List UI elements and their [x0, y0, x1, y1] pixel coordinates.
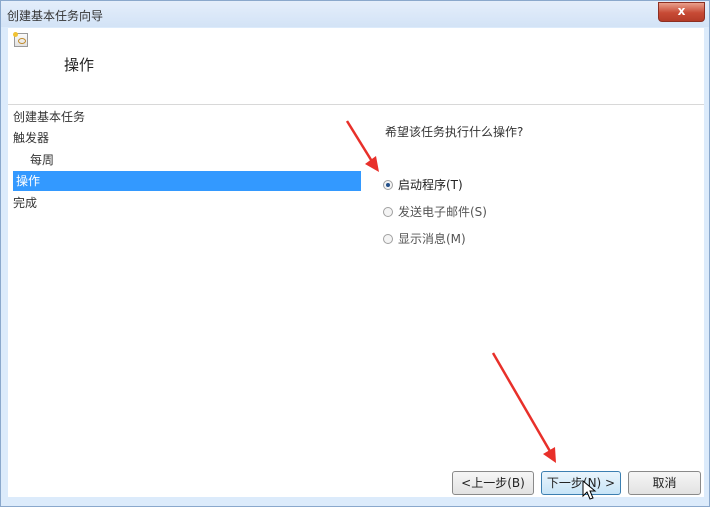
- step-action[interactable]: 操作: [13, 171, 361, 191]
- option-start-program[interactable]: 启动程序(T): [383, 176, 463, 193]
- option-send-email[interactable]: 发送电子邮件(S): [383, 203, 487, 220]
- next-button[interactable]: 下一步(N) >: [541, 471, 621, 495]
- step-trigger[interactable]: 触发器: [13, 129, 49, 146]
- wizard-window: 创建基本任务向导 x 操作 创建基本任务 触发器 每周 操作 完成 希望该任务执…: [0, 0, 710, 507]
- radio-send-email[interactable]: [383, 206, 393, 217]
- mouse-pointer-icon: [582, 480, 597, 500]
- wizard-header: 操作: [8, 28, 704, 105]
- wizard-body: 创建基本任务 触发器 每周 操作 完成 希望该任务执行什么操作? 启动程序(T)…: [8, 105, 704, 497]
- step-create-basic-task[interactable]: 创建基本任务: [13, 108, 85, 125]
- option-send-email-label: 发送电子邮件(S): [398, 205, 487, 219]
- radio-show-message[interactable]: [383, 233, 393, 244]
- close-button[interactable]: x: [658, 2, 705, 22]
- step-finish[interactable]: 完成: [13, 194, 37, 211]
- task-scheduler-icon: [13, 32, 28, 47]
- cancel-button[interactable]: 取消: [628, 471, 701, 495]
- option-show-message-label: 显示消息(M): [398, 232, 466, 246]
- back-button[interactable]: <上一步(B): [452, 471, 534, 495]
- radio-start-program[interactable]: [383, 179, 393, 190]
- step-weekly[interactable]: 每周: [30, 151, 54, 168]
- action-question: 希望该任务执行什么操作?: [385, 125, 524, 139]
- title-bar: 创建基本任务向导 x: [1, 1, 709, 27]
- option-show-message[interactable]: 显示消息(M): [383, 230, 466, 247]
- option-start-program-label: 启动程序(T): [398, 178, 463, 192]
- page-title: 操作: [64, 56, 95, 74]
- window-title: 创建基本任务向导: [7, 9, 104, 23]
